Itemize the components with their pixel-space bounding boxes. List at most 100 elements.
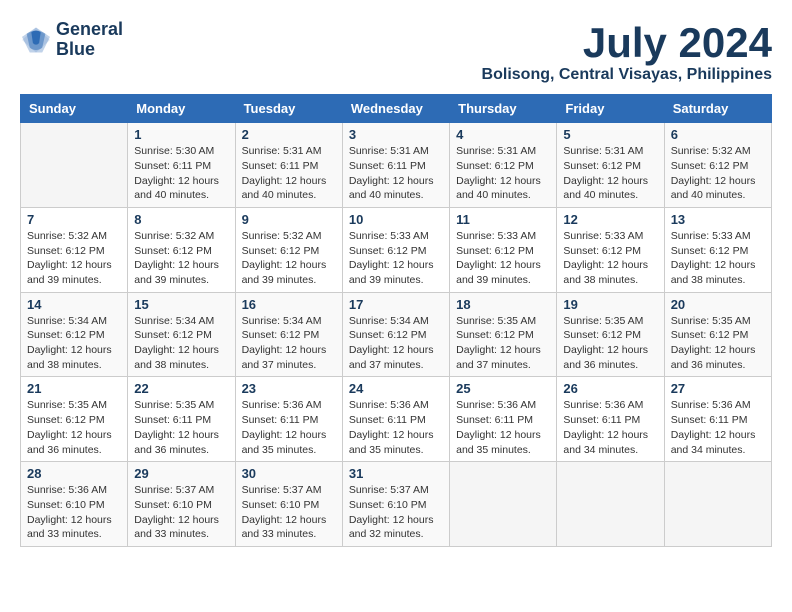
day-number: 2 xyxy=(242,127,336,142)
day-info: Sunrise: 5:32 AM Sunset: 6:12 PM Dayligh… xyxy=(27,229,121,288)
calendar-header: SundayMondayTuesdayWednesdayThursdayFrid… xyxy=(21,95,772,123)
day-number: 18 xyxy=(456,297,550,312)
day-number: 3 xyxy=(349,127,443,142)
calendar-body: 1Sunrise: 5:30 AM Sunset: 6:11 PM Daylig… xyxy=(21,123,772,547)
day-info: Sunrise: 5:33 AM Sunset: 6:12 PM Dayligh… xyxy=(671,229,765,288)
day-info: Sunrise: 5:34 AM Sunset: 6:12 PM Dayligh… xyxy=(242,314,336,373)
calendar-cell: 8Sunrise: 5:32 AM Sunset: 6:12 PM Daylig… xyxy=(128,207,235,292)
day-info: Sunrise: 5:33 AM Sunset: 6:12 PM Dayligh… xyxy=(456,229,550,288)
day-number: 25 xyxy=(456,381,550,396)
day-number: 15 xyxy=(134,297,228,312)
day-info: Sunrise: 5:36 AM Sunset: 6:11 PM Dayligh… xyxy=(563,398,657,457)
day-info: Sunrise: 5:31 AM Sunset: 6:11 PM Dayligh… xyxy=(242,144,336,203)
calendar-week: 28 Sunrise: 5:36 AM Sunset: 6:10 PM Dayli… xyxy=(21,462,772,547)
day-info: Sunrise: 5:35 AM Sunset: 6:11 PM Dayligh… xyxy=(134,398,228,457)
calendar-cell: 10 Sunrise: 5:33 AM Sunset: 6:12 PM Dayli… xyxy=(342,207,449,292)
calendar-cell: 21 Sunrise: 5:35 AM Sunset: 6:12 PM Dayli… xyxy=(21,377,128,462)
calendar-cell: 30 Sunrise: 5:37 AM Sunset: 6:10 PM Dayli… xyxy=(235,462,342,547)
title-area: July 2024 Bolisong, Central Visayas, Phi… xyxy=(482,20,772,84)
day-number: 13 xyxy=(671,212,765,227)
calendar-cell xyxy=(21,123,128,208)
calendar-cell: 19Sunrise: 5:35 AM Sunset: 6:12 PM Dayli… xyxy=(557,292,664,377)
day-number: 21 xyxy=(27,381,121,396)
day-number: 27 xyxy=(671,381,765,396)
day-info: Sunrise: 5:31 AM Sunset: 6:11 PM Dayligh… xyxy=(349,144,443,203)
calendar-cell: 5Sunrise: 5:31 AM Sunset: 6:12 PM Daylig… xyxy=(557,123,664,208)
day-info: Sunrise: 5:33 AM Sunset: 6:12 PM Dayligh… xyxy=(563,229,657,288)
calendar-cell: 24Sunrise: 5:36 AM Sunset: 6:11 PM Dayli… xyxy=(342,377,449,462)
calendar-cell: 11 Sunrise: 5:33 AM Sunset: 6:12 PM Dayli… xyxy=(450,207,557,292)
day-number: 30 xyxy=(242,466,336,481)
day-info: Sunrise: 5:34 AM Sunset: 6:12 PM Dayligh… xyxy=(27,314,121,373)
day-info: Sunrise: 5:36 AM Sunset: 6:11 PM Dayligh… xyxy=(671,398,765,457)
day-info: Sunrise: 5:31 AM Sunset: 6:12 PM Dayligh… xyxy=(563,144,657,203)
calendar-cell: 18 Sunrise: 5:35 AM Sunset: 6:12 PM Dayli… xyxy=(450,292,557,377)
day-info: Sunrise: 5:34 AM Sunset: 6:12 PM Dayligh… xyxy=(134,314,228,373)
day-number: 31 xyxy=(349,466,443,481)
calendar-cell: 20Sunrise: 5:35 AM Sunset: 6:12 PM Dayli… xyxy=(664,292,771,377)
day-info: Sunrise: 5:31 AM Sunset: 6:12 PM Dayligh… xyxy=(456,144,550,203)
calendar-week: 14 Sunrise: 5:34 AM Sunset: 6:12 PM Dayli… xyxy=(21,292,772,377)
calendar-cell: 16 Sunrise: 5:34 AM Sunset: 6:12 PM Dayli… xyxy=(235,292,342,377)
day-info: Sunrise: 5:37 AM Sunset: 6:10 PM Dayligh… xyxy=(134,483,228,542)
header-row: SundayMondayTuesdayWednesdayThursdayFrid… xyxy=(21,95,772,123)
day-info: Sunrise: 5:32 AM Sunset: 6:12 PM Dayligh… xyxy=(134,229,228,288)
location-title: Bolisong, Central Visayas, Philippines xyxy=(482,66,772,84)
day-number: 17 xyxy=(349,297,443,312)
calendar-cell: 31 Sunrise: 5:37 AM Sunset: 6:10 PM Dayli… xyxy=(342,462,449,547)
calendar-cell: 12 Sunrise: 5:33 AM Sunset: 6:12 PM Dayli… xyxy=(557,207,664,292)
calendar-cell: 15 Sunrise: 5:34 AM Sunset: 6:12 PM Dayli… xyxy=(128,292,235,377)
day-number: 10 xyxy=(349,212,443,227)
calendar-cell: 4 Sunrise: 5:31 AM Sunset: 6:12 PM Daylig… xyxy=(450,123,557,208)
day-number: 7 xyxy=(27,212,121,227)
day-info: Sunrise: 5:32 AM Sunset: 6:12 PM Dayligh… xyxy=(242,229,336,288)
day-info: Sunrise: 5:34 AM Sunset: 6:12 PM Dayligh… xyxy=(349,314,443,373)
calendar-cell: 28 Sunrise: 5:36 AM Sunset: 6:10 PM Dayli… xyxy=(21,462,128,547)
calendar-cell: 25 Sunrise: 5:36 AM Sunset: 6:11 PM Dayli… xyxy=(450,377,557,462)
logo-text: General Blue xyxy=(56,20,123,60)
day-number: 11 xyxy=(456,212,550,227)
day-number: 9 xyxy=(242,212,336,227)
calendar-cell xyxy=(557,462,664,547)
calendar-cell: 9 Sunrise: 5:32 AM Sunset: 6:12 PM Daylig… xyxy=(235,207,342,292)
day-number: 12 xyxy=(563,212,657,227)
day-number: 22 xyxy=(134,381,228,396)
calendar-cell: 3 Sunrise: 5:31 AM Sunset: 6:11 PM Daylig… xyxy=(342,123,449,208)
day-number: 28 xyxy=(27,466,121,481)
day-info: Sunrise: 5:37 AM Sunset: 6:10 PM Dayligh… xyxy=(242,483,336,542)
calendar-cell: 17 Sunrise: 5:34 AM Sunset: 6:12 PM Dayli… xyxy=(342,292,449,377)
day-info: Sunrise: 5:33 AM Sunset: 6:12 PM Dayligh… xyxy=(349,229,443,288)
calendar-cell: 22 Sunrise: 5:35 AM Sunset: 6:11 PM Dayli… xyxy=(128,377,235,462)
day-info: Sunrise: 5:36 AM Sunset: 6:11 PM Dayligh… xyxy=(242,398,336,457)
weekday-header: Tuesday xyxy=(235,95,342,123)
calendar-cell: 26Sunrise: 5:36 AM Sunset: 6:11 PM Dayli… xyxy=(557,377,664,462)
day-number: 24 xyxy=(349,381,443,396)
day-number: 16 xyxy=(242,297,336,312)
day-info: Sunrise: 5:37 AM Sunset: 6:10 PM Dayligh… xyxy=(349,483,443,542)
logo-icon xyxy=(20,26,52,54)
calendar-week: 1Sunrise: 5:30 AM Sunset: 6:11 PM Daylig… xyxy=(21,123,772,208)
calendar-week: 21 Sunrise: 5:35 AM Sunset: 6:12 PM Dayli… xyxy=(21,377,772,462)
calendar-cell: 2 Sunrise: 5:31 AM Sunset: 6:11 PM Daylig… xyxy=(235,123,342,208)
calendar-cell xyxy=(664,462,771,547)
day-number: 19 xyxy=(563,297,657,312)
calendar-cell xyxy=(450,462,557,547)
day-number: 6 xyxy=(671,127,765,142)
day-info: Sunrise: 5:36 AM Sunset: 6:11 PM Dayligh… xyxy=(456,398,550,457)
day-number: 23 xyxy=(242,381,336,396)
weekday-header: Sunday xyxy=(21,95,128,123)
calendar-cell: 14 Sunrise: 5:34 AM Sunset: 6:12 PM Dayli… xyxy=(21,292,128,377)
day-number: 4 xyxy=(456,127,550,142)
weekday-header: Wednesday xyxy=(342,95,449,123)
day-info: Sunrise: 5:35 AM Sunset: 6:12 PM Dayligh… xyxy=(456,314,550,373)
day-info: Sunrise: 5:35 AM Sunset: 6:12 PM Dayligh… xyxy=(27,398,121,457)
calendar-table: SundayMondayTuesdayWednesdayThursdayFrid… xyxy=(20,94,772,547)
calendar-cell: 29Sunrise: 5:37 AM Sunset: 6:10 PM Dayli… xyxy=(128,462,235,547)
weekday-header: Monday xyxy=(128,95,235,123)
calendar-cell: 7 Sunrise: 5:32 AM Sunset: 6:12 PM Daylig… xyxy=(21,207,128,292)
day-info: Sunrise: 5:36 AM Sunset: 6:10 PM Dayligh… xyxy=(27,483,121,542)
logo: General Blue xyxy=(20,20,123,60)
day-number: 14 xyxy=(27,297,121,312)
calendar-week: 7 Sunrise: 5:32 AM Sunset: 6:12 PM Daylig… xyxy=(21,207,772,292)
calendar-cell: 6Sunrise: 5:32 AM Sunset: 6:12 PM Daylig… xyxy=(664,123,771,208)
